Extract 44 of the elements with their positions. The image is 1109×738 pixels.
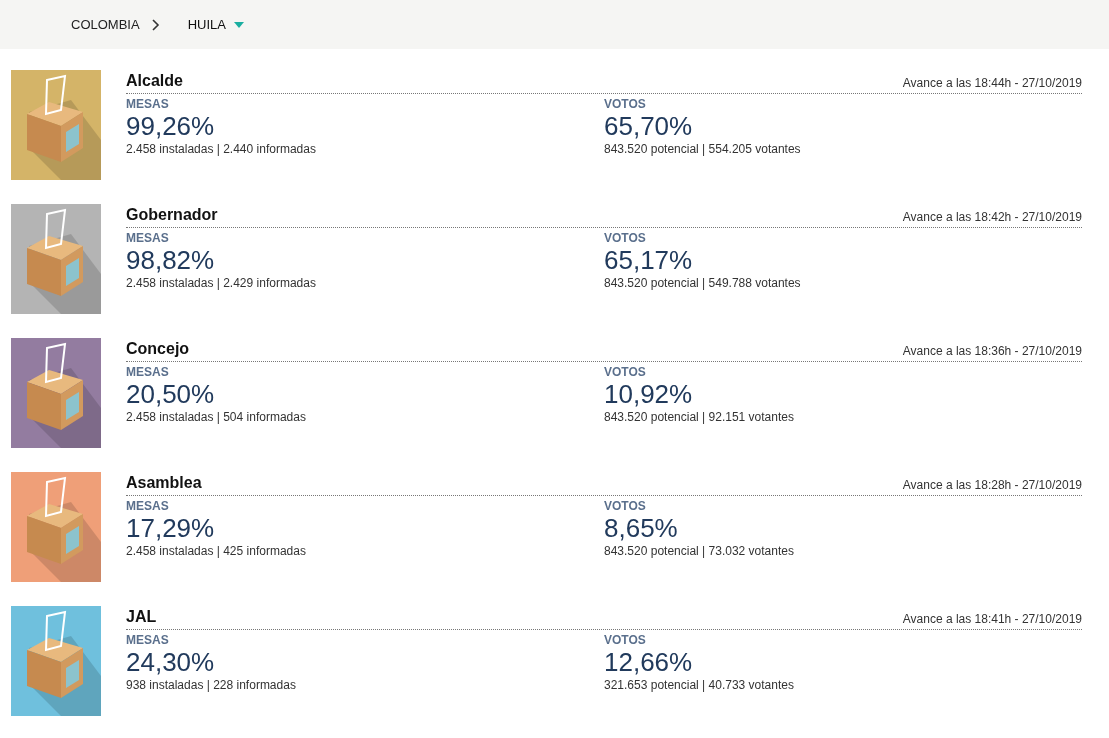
- breadcrumb-link[interactable]: COLOMBIA: [71, 14, 140, 35]
- stat-label: VOTOS: [604, 231, 647, 245]
- update-time: Avance a las 18:41h - 27/10/2019: [902, 611, 1082, 628]
- update-time: Avance a las 18:42h - 27/10/2019: [902, 209, 1082, 226]
- stat-percent: 65,70%: [604, 111, 694, 141]
- caret-icon: [233, 21, 244, 28]
- stat-percent: 10,92%: [604, 379, 694, 409]
- stat-label: VOTOS: [604, 499, 647, 513]
- stat-percent: 99,26%: [126, 111, 216, 141]
- stat-percent: 8,65%: [604, 513, 679, 543]
- stat-label: MESAS: [126, 365, 170, 379]
- election-title: Concejo: [126, 339, 190, 359]
- update-time: Avance a las 18:28h - 27/10/2019: [902, 477, 1082, 494]
- stat-detail: 843.520 potencial | 92.151 votantes: [604, 409, 795, 425]
- stat-detail: 2.458 instaladas | 504 informadas: [126, 409, 307, 425]
- chevron-right-icon: [151, 18, 160, 31]
- region-dropdown[interactable]: HUILA: [187, 14, 244, 35]
- stat-percent: 98,82%: [126, 245, 216, 275]
- stat-detail: 2.458 instaladas | 425 informadas: [126, 543, 307, 559]
- stat-percent: 24,30%: [126, 647, 216, 677]
- stat-percent: 17,29%: [126, 513, 216, 543]
- stat-detail: 2.458 instaladas | 2.429 informadas: [126, 275, 317, 291]
- stat-label: MESAS: [126, 97, 170, 111]
- election-title: Gobernador: [126, 205, 218, 225]
- stat-label: VOTOS: [604, 97, 647, 111]
- stat-label: VOTOS: [604, 365, 647, 379]
- election-title: JAL: [126, 607, 157, 627]
- election-title: Alcalde: [126, 71, 183, 91]
- stat-percent: 20,50%: [126, 379, 216, 409]
- stat-detail: 843.520 potencial | 549.788 votantes: [604, 275, 802, 291]
- stat-label: MESAS: [126, 231, 170, 245]
- stat-detail: 938 instaladas | 228 informadas: [126, 677, 297, 693]
- stat-label: MESAS: [126, 499, 170, 513]
- election-title: Asamblea: [126, 473, 202, 493]
- stat-detail: 321.653 potencial | 40.733 votantes: [604, 677, 795, 693]
- stat-detail: 2.458 instaladas | 2.440 informadas: [126, 141, 317, 157]
- update-time: Avance a las 18:36h - 27/10/2019: [902, 343, 1082, 360]
- stat-detail: 843.520 potencial | 554.205 votantes: [604, 141, 802, 157]
- stat-percent: 12,66%: [604, 647, 694, 677]
- update-time: Avance a las 18:44h - 27/10/2019: [902, 75, 1082, 92]
- stat-label: MESAS: [126, 633, 170, 647]
- stat-percent: 65,17%: [604, 245, 694, 275]
- stat-label: VOTOS: [604, 633, 647, 647]
- stat-detail: 843.520 potencial | 73.032 votantes: [604, 543, 795, 559]
